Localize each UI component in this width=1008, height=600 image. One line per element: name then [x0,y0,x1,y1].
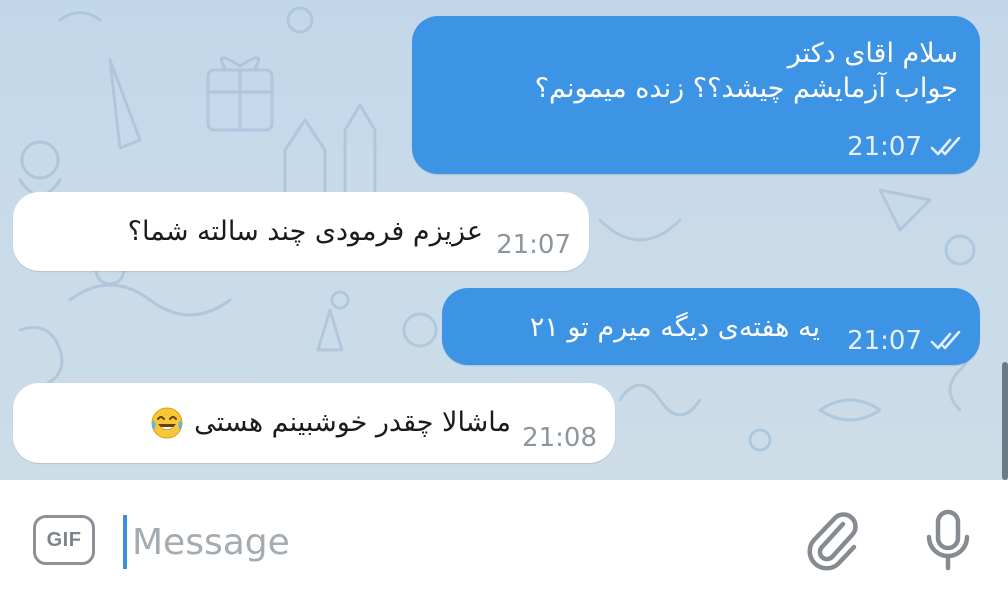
message-bubble-outgoing[interactable]: یه هفته‌ی دیگه میرم تو ۲۱ 21:07 [442,288,980,365]
text-cursor [123,515,127,569]
paperclip-icon[interactable] [805,510,865,572]
message-text: یه هفته‌ی دیگه میرم تو ۲۱ [529,312,820,343]
message-text: عزیزم فرمودی چند سالته شما؟ [127,216,483,247]
message-body: ماشالا چقدر خوشبینم هستی [194,407,511,438]
message-time: 21:07 [496,230,571,260]
message-meta: 21:07 [496,230,571,260]
message-time: 21:08 [522,423,597,453]
message-input[interactable] [132,514,732,570]
message-bubble-incoming[interactable]: عزیزم فرمودی چند سالته شما؟ 21:07 [13,192,589,271]
message-line: سلام اقای دکتر [787,38,958,69]
message-time: 21:07 [847,132,922,162]
message-line: جواب آزمایشم چیشد؟؟ زنده میمونم؟ [534,73,958,104]
message-time: 21:07 [847,326,922,356]
message-text: ماشالا چقدر خوشبینم هستی [150,405,511,440]
message-bubble-outgoing[interactable]: سلام اقای دکتر جواب آزمایشم چیشد؟؟ زنده … [412,16,980,174]
gif-button[interactable]: GIF [33,515,95,565]
message-meta: 21:07 [847,326,964,356]
message-text: سلام اقای دکتر جواب آزمایشم چیشد؟؟ زنده … [535,36,958,106]
face-with-tears-of-joy-icon [151,407,183,438]
microphone-icon[interactable] [921,508,975,572]
double-check-icon [930,137,961,156]
message-bubble-incoming[interactable]: ماشالا چقدر خوشبینم هستی 21:08 [13,383,615,463]
chat-scrollbar[interactable] [1002,362,1008,480]
message-meta: 21:07 [847,132,964,162]
message-meta: 21:08 [522,423,597,453]
double-check-icon [930,331,961,350]
